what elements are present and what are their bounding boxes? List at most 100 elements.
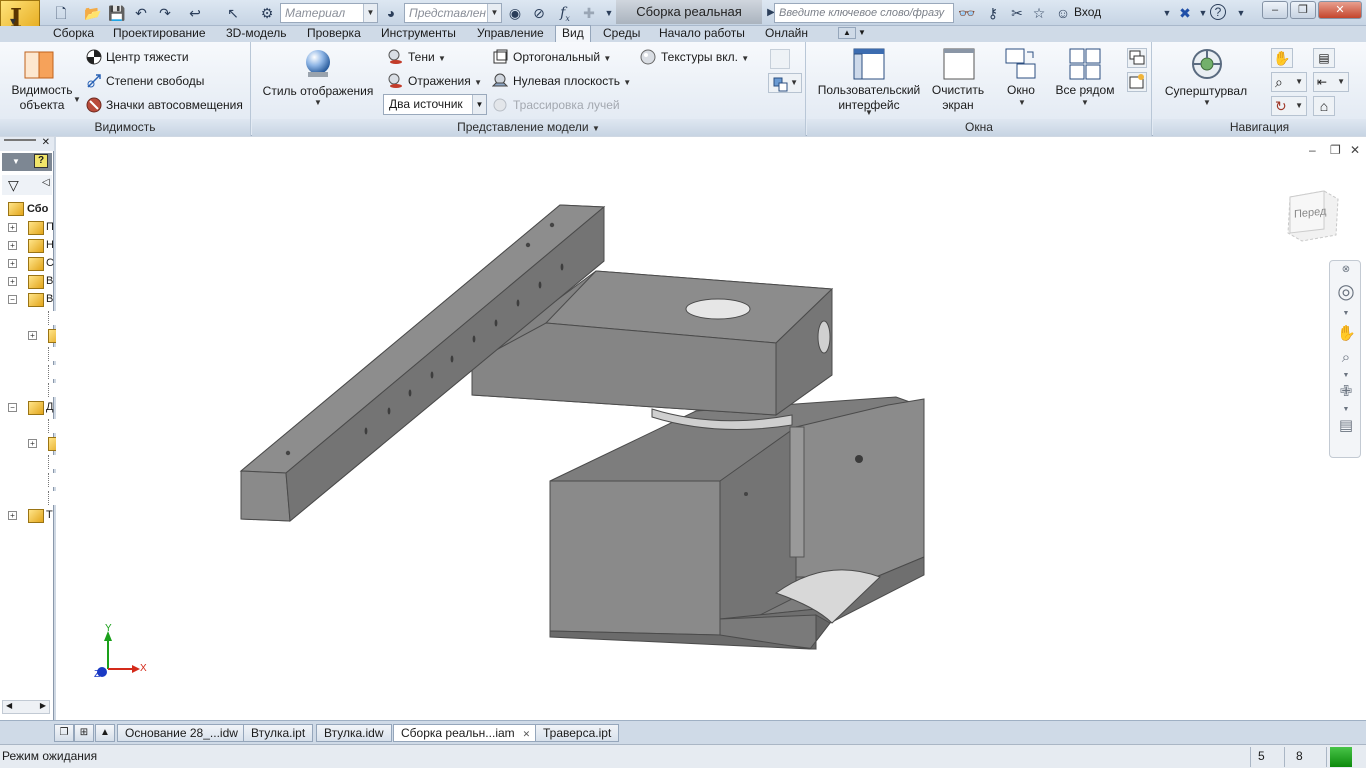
chevron-down-icon[interactable]: ▼ [1203, 98, 1211, 107]
new-window-icon[interactable] [1127, 72, 1147, 92]
ground-plane-button[interactable]: Нулевая плоскость ▼ [513, 74, 631, 88]
subscription-icon[interactable]: ✂ [1008, 4, 1026, 22]
tab-manage[interactable]: Управление [477, 26, 544, 42]
model-geometry[interactable] [56, 137, 1366, 720]
doc-tab-traversa[interactable]: Траверса.ipt [535, 724, 620, 742]
tile-all-button[interactable]: Все рядом [1051, 83, 1119, 98]
color-wheel-icon[interactable]: ◕ [382, 4, 400, 22]
star-icon[interactable]: ☆ [1030, 4, 1048, 22]
shadows-button[interactable]: Тени ▼ [408, 50, 446, 64]
object-visibility-button[interactable]: Видимость объекта [4, 83, 80, 113]
appearance-panel-title[interactable]: Представление модели ▼ [252, 119, 805, 136]
home-view-icon[interactable]: ⌂ [1313, 96, 1335, 116]
save-icon[interactable]: 💾 [108, 4, 126, 22]
expand-icon[interactable]: + [8, 511, 17, 520]
tab-tools[interactable]: Инструменты [381, 26, 456, 42]
reflections-button[interactable]: Отражения ▼ [408, 74, 482, 88]
expand-icon[interactable]: + [28, 439, 37, 448]
login-link[interactable]: Вход [1074, 5, 1101, 19]
plus-icon[interactable]: ✚ [580, 4, 598, 22]
exchange-x-icon[interactable]: ✖ [1176, 4, 1194, 22]
tab-design[interactable]: Проектирование [113, 26, 206, 42]
scroll-left-icon[interactable]: ◀ [6, 701, 12, 710]
chevron-down-icon[interactable]: ▼ [314, 98, 322, 107]
help-icon[interactable]: ? [34, 154, 48, 168]
new-file-icon[interactable]: 🗋 [52, 4, 70, 22]
textures-button[interactable]: Текстуры вкл. ▼ [661, 50, 749, 64]
fx-parameters-icon[interactable]: fx [556, 4, 574, 23]
cascade-windows-icon[interactable] [1127, 48, 1147, 68]
redo-icon[interactable]: ↷ [156, 4, 174, 22]
graphics-window[interactable]: – ❐ ✕ Перед ⊗ ◎ ▼ ✋ ⌕ ▼ ✙ ▼ ▤ Y X Z [56, 137, 1366, 720]
tab-environments[interactable]: Среды [603, 26, 640, 42]
close-icon[interactable]: ✕ [523, 729, 531, 739]
expand-icon[interactable]: + [28, 331, 37, 340]
cascade-documents-icon[interactable]: ❐ [54, 724, 74, 742]
collapse-icon[interactable]: − [8, 403, 17, 412]
collapse-icon[interactable]: ◁ [42, 177, 50, 188]
clear-appearance-icon[interactable]: ⊘ [530, 4, 548, 22]
update-icon[interactable]: ⚙ [258, 4, 276, 22]
appearance-combo[interactable]: Представлен ▼ [404, 3, 502, 23]
orbit-icon[interactable]: ↻ ▼ [1271, 96, 1307, 116]
close-button[interactable]: ✕ [1318, 1, 1362, 19]
expand-icon[interactable]: + [8, 259, 17, 268]
user-icon[interactable]: ☺ [1054, 4, 1072, 22]
tab-assemble[interactable]: Сборка [53, 26, 94, 42]
appearance-adjust-icon[interactable]: ◉ [506, 4, 524, 22]
tile-documents-icon[interactable]: ⊞ [74, 724, 94, 742]
chevron-down-icon[interactable]: ▼ [73, 95, 81, 104]
tab-inspect[interactable]: Проверка [307, 26, 361, 42]
chevron-down-icon[interactable]: ▼ [1018, 98, 1026, 107]
ribbon-minimize-toggle[interactable]: ▲ [838, 27, 856, 39]
autolimit-icons-button[interactable]: Значки автосовмещения [106, 98, 243, 112]
chevron-down-icon[interactable]: ▼ [858, 26, 866, 42]
expand-icon[interactable]: + [8, 241, 17, 250]
doc-tab-osnovanie[interactable]: Основание 28_...idw [117, 724, 246, 742]
pan-hand-icon[interactable]: ✋ [1271, 48, 1293, 68]
tab-3d-model[interactable]: 3D-модель [226, 26, 287, 42]
display-style-button[interactable]: Стиль отображения [258, 84, 378, 99]
doc-tab-sborka[interactable]: Сборка реальн...iam ✕ [393, 724, 539, 742]
help-icon[interactable]: ? [1210, 4, 1226, 20]
chevron-down-icon[interactable]: ▼ [865, 108, 873, 117]
previous-view-icon[interactable]: ⇤ ▼ [1313, 72, 1349, 92]
chevron-down-icon[interactable]: ▼ [1158, 4, 1176, 22]
steering-wheels-button[interactable]: Суперштурвал [1157, 84, 1255, 99]
zoom-icon[interactable]: ⌕ ▼ [1271, 72, 1307, 92]
doc-tab-vtulka-idw[interactable]: Втулка.idw [316, 724, 392, 742]
scroll-right-icon[interactable]: ▶ [40, 701, 46, 710]
expand-icon[interactable]: + [8, 223, 17, 232]
browser-selector[interactable]: ▼ ? [2, 153, 52, 171]
collapse-icon[interactable]: − [8, 295, 17, 304]
view-face-icon[interactable]: ▤ [1313, 48, 1335, 68]
lighting-style-combo[interactable]: Два источник ▼ [383, 94, 487, 115]
help-search-input[interactable]: Введите ключевое слово/фразу [774, 3, 954, 23]
document-list-icon[interactable]: ▲ [95, 724, 115, 742]
window-switch-button[interactable]: Окно [995, 83, 1047, 98]
expand-icon[interactable]: + [8, 277, 17, 286]
return-icon[interactable]: ↩ [186, 4, 204, 22]
filter-icon[interactable]: ▽ [8, 177, 19, 194]
orthographic-button[interactable]: Ортогональный ▼ [513, 50, 611, 64]
key-icon[interactable]: ⚷ [984, 4, 1002, 22]
browser-hscroll[interactable]: ◀ ▶ [2, 700, 50, 714]
doc-tab-vtulka-ipt[interactable]: Втулка.ipt [243, 724, 314, 742]
clean-screen-button[interactable]: Очистить экран [925, 83, 991, 113]
center-of-gravity-button[interactable]: Центр тяжести [106, 50, 189, 64]
grip-icon[interactable] [4, 139, 36, 141]
tab-view[interactable]: Вид [555, 25, 591, 43]
half-section-icon[interactable] [770, 49, 790, 69]
undo-icon[interactable]: ↶ [132, 4, 150, 22]
restore-button[interactable]: ❐ [1290, 1, 1316, 19]
section-view-dropdown[interactable]: ▼ [768, 73, 802, 93]
chevron-down-icon[interactable]: ▼ [1232, 4, 1250, 22]
base-part[interactable] [549, 396, 925, 650]
minimize-button[interactable]: – [1262, 1, 1288, 19]
binoculars-icon[interactable]: 👓 [958, 4, 976, 22]
tab-online[interactable]: Онлайн [765, 26, 808, 42]
select-icon[interactable]: ↖ [224, 4, 242, 22]
open-folder-icon[interactable]: 📂 [84, 4, 102, 22]
tab-get-started[interactable]: Начало работы [659, 26, 745, 42]
ray-tracing-button[interactable]: Трассировка лучей [513, 98, 620, 112]
